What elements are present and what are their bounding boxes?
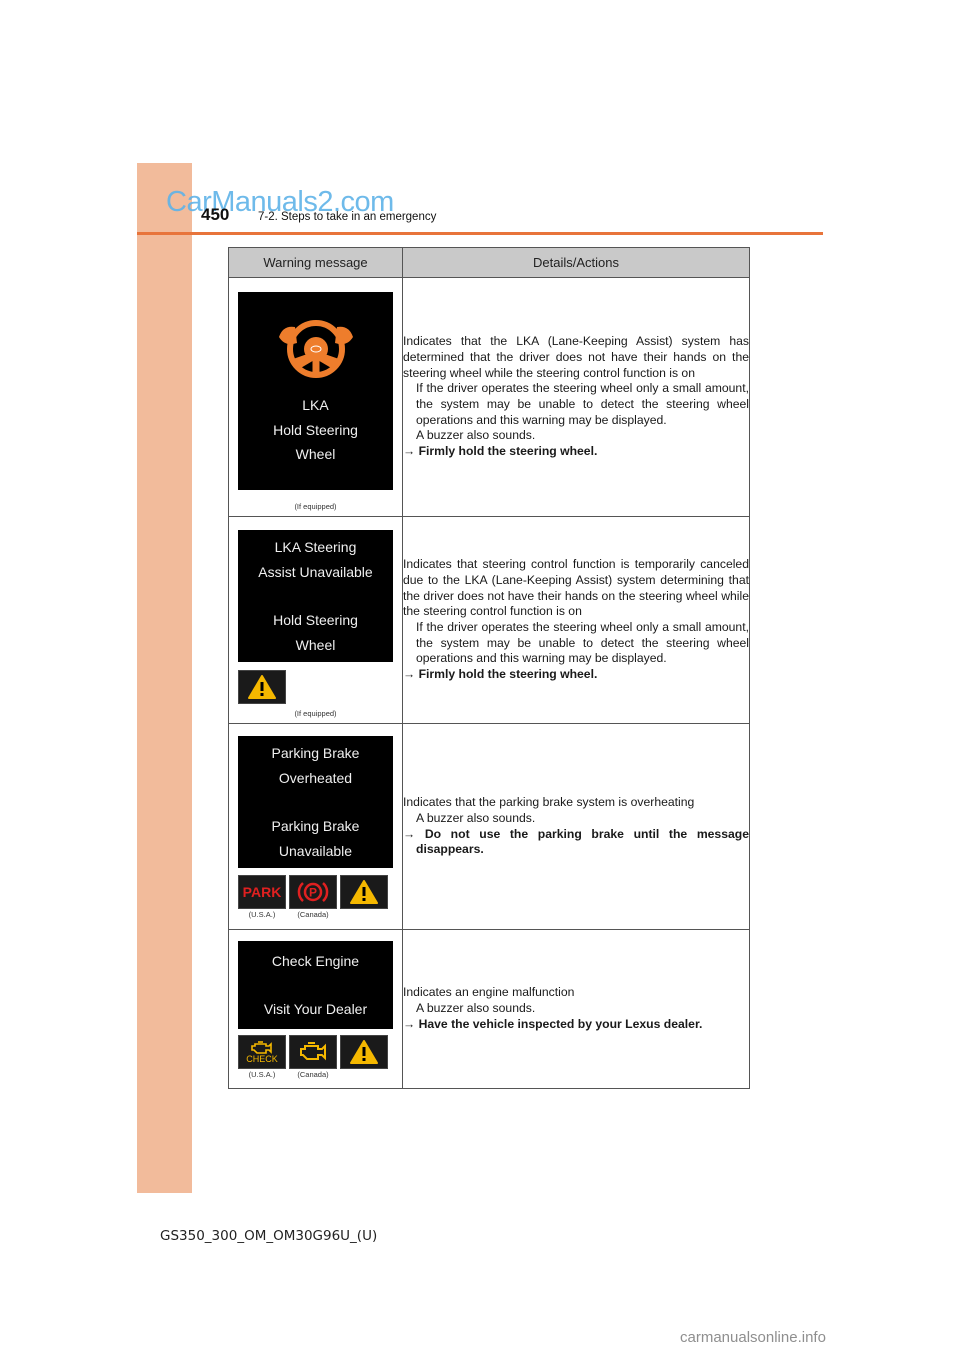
park-text: PARK	[242, 884, 282, 900]
master-warning-icon	[340, 875, 388, 909]
check-engine-text-icon: CHECK	[238, 1035, 286, 1069]
warning-message-table: Warning message Details/Actions LKA Hold…	[228, 247, 750, 1089]
table-row: LKA Steering Assist Unavailable Hold Ste…	[228, 516, 750, 724]
details-sub: A buzzer also sounds.	[416, 810, 536, 825]
display-screen: Check Engine Visit Your Dealer	[238, 941, 393, 1029]
if-equipped-note: (If equipped)	[294, 502, 337, 511]
master-warning-icon	[238, 670, 286, 704]
header-rule	[137, 232, 823, 235]
screen-line: Wheel	[295, 446, 336, 463]
screen-line: Wheel	[295, 636, 336, 653]
screen-line: LKA	[302, 397, 329, 414]
table-header-row: Warning message Details/Actions	[228, 247, 750, 278]
details-sub: If the driver operates the steering whee…	[416, 381, 749, 427]
warning-message-cell: LKA Steering Assist Unavailable Hold Ste…	[228, 516, 403, 724]
action-text: Firmly hold the steering wheel.	[418, 667, 598, 682]
display-screen: Parking Brake Overheated Parking Brake U…	[238, 736, 393, 868]
master-warning-icon	[340, 1035, 388, 1069]
check-text: CHECK	[246, 1053, 278, 1064]
warning-message-cell: Check Engine Visit Your Dealer CHECK (U.…	[228, 929, 403, 1089]
details-cell: Indicates an engine malfunction A buzzer…	[402, 929, 750, 1089]
indicator-icons: PARK P	[238, 875, 402, 909]
display-screen: LKA Hold Steering Wheel	[238, 292, 393, 490]
region-label-usa: (U.S.A.)	[248, 1070, 276, 1079]
action-text: Have the vehicle inspected by your Lexus…	[418, 1016, 703, 1031]
chapter-sidebar-tab	[137, 163, 192, 1193]
section-title: 7-2. Steps to take in an emergency	[258, 211, 437, 223]
details-main: Indicates an engine malfunction	[403, 985, 575, 1000]
screen-line: Hold Steering	[273, 421, 358, 438]
details-main: Indicates that steering control function…	[403, 557, 749, 619]
details-action: → Firmly hold the steering wheel.	[403, 444, 598, 459]
details-sub: If the driver operates the steering whee…	[416, 620, 749, 666]
screen-line: Parking Brake	[271, 818, 360, 834]
watermark-bottom[interactable]: carmanualsonline.info	[680, 1329, 826, 1346]
indicator-labels: (U.S.A.) (Canada)	[238, 1070, 402, 1079]
parking-brake-p-icon: P	[289, 875, 337, 909]
column-header-details-actions: Details/Actions	[402, 247, 750, 278]
warning-message-cell: Parking Brake Overheated Parking Brake U…	[228, 723, 403, 930]
action-text: Firmly hold the steering wheel.	[418, 444, 598, 459]
details-action: → Do not use the parking brake until the…	[403, 826, 749, 857]
display-screen: LKA Steering Assist Unavailable Hold Ste…	[238, 530, 393, 662]
table-row: Check Engine Visit Your Dealer CHECK (U.…	[228, 929, 750, 1089]
table-row: Parking Brake Overheated Parking Brake U…	[228, 723, 750, 930]
details-main: Indicates that the LKA (Lane-Keeping Ass…	[403, 334, 749, 380]
screen-line: Unavailable	[278, 842, 353, 859]
details-cell: Indicates that the parking brake system …	[402, 723, 750, 930]
indicator-icons	[238, 670, 402, 704]
check-engine-icon	[289, 1035, 337, 1069]
details-cell: Indicates that the LKA (Lane-Keeping Ass…	[402, 277, 750, 517]
if-equipped-note: (If equipped)	[294, 709, 337, 718]
details-sub: A buzzer also sounds.	[416, 1001, 536, 1016]
region-label-canada: (Canada)	[297, 910, 329, 919]
indicator-labels: (U.S.A.) (Canada)	[238, 910, 402, 919]
region-label-canada: (Canada)	[297, 1070, 329, 1079]
svg-text:P: P	[309, 886, 317, 900]
screen-line: LKA Steering	[274, 539, 357, 555]
indicator-icons: CHECK	[238, 1035, 402, 1069]
screen-line: Visit Your Dealer	[263, 1001, 368, 1017]
table-row: LKA Hold Steering Wheel (If equipped) In…	[228, 277, 750, 517]
column-header-warning-message: Warning message	[228, 247, 403, 278]
region-label-usa: (U.S.A.)	[248, 910, 276, 919]
warning-message-cell: LKA Hold Steering Wheel (If equipped)	[228, 277, 403, 517]
screen-line: Hold Steering	[273, 612, 358, 628]
details-action: → Have the vehicle inspected by your Lex…	[403, 1016, 703, 1031]
action-text: Do not use the parking brake until the m…	[416, 826, 749, 857]
steering-wheel-hands-icon	[278, 320, 353, 379]
details-action: → Firmly hold the steering wheel.	[403, 667, 598, 682]
page-number: 450	[201, 205, 230, 224]
screen-line: Assist Unavailable	[258, 563, 373, 580]
park-text-icon: PARK	[238, 875, 286, 909]
screen-line: Check Engine	[271, 952, 360, 969]
document-code: GS350_300_OM_OM30G96U_(U)	[160, 1228, 378, 1244]
details-sub: A buzzer also sounds.	[416, 428, 536, 443]
details-main: Indicates that the parking brake system …	[403, 795, 695, 810]
screen-line: Overheated	[278, 769, 353, 786]
details-cell: Indicates that steering control function…	[402, 516, 750, 724]
screen-line: Parking Brake	[271, 745, 360, 761]
